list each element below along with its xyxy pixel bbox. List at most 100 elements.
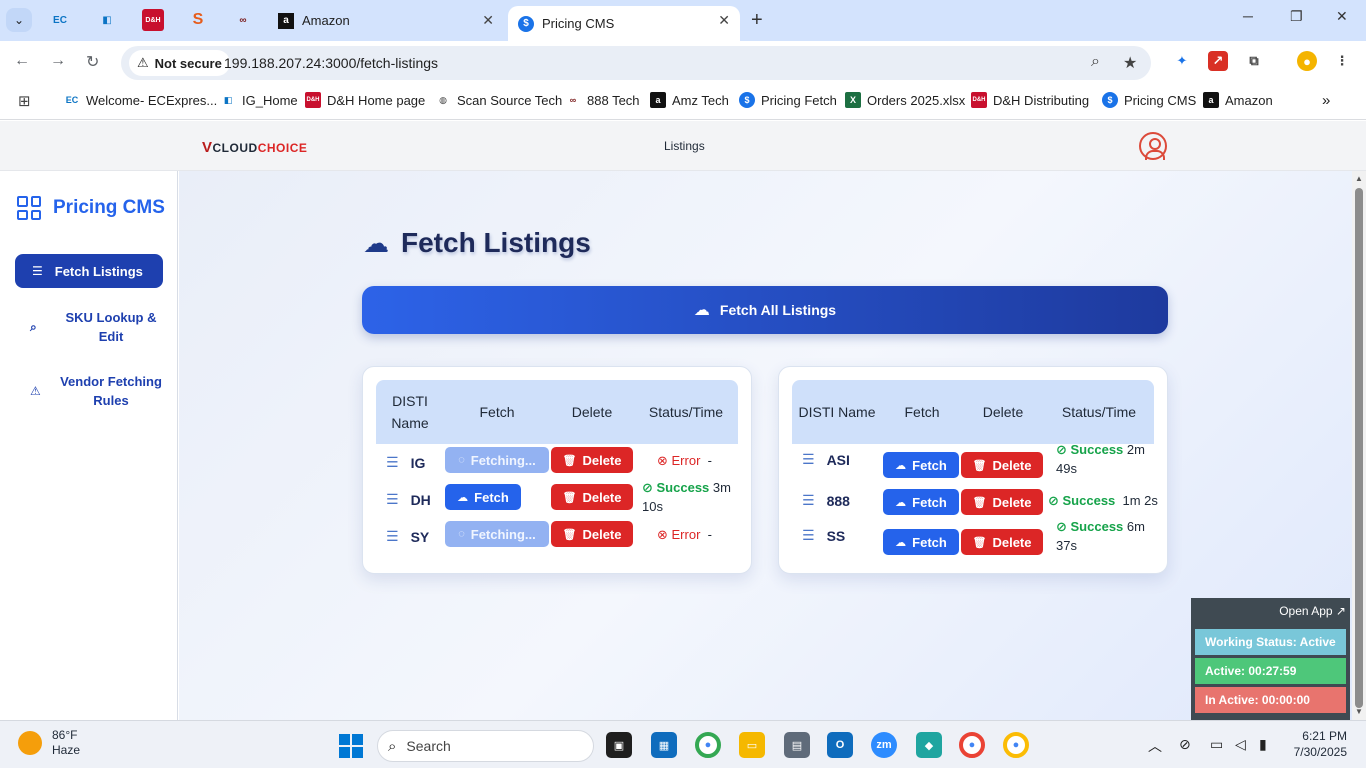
scroll-down-icon[interactable]: ▼ — [1355, 707, 1363, 716]
close-tab-icon[interactable]: ✕ — [718, 12, 730, 29]
delete-button[interactable]: 🗑 Delete — [961, 529, 1043, 555]
address-bar[interactable]: ⚠ Not secure 199.188.207.24:3000/fetch-l… — [121, 46, 1151, 80]
maximize-button[interactable]: ❐ — [1290, 8, 1303, 25]
delete-button[interactable]: 🗑 Delete — [961, 452, 1043, 478]
display-icon[interactable]: ▭ — [1210, 736, 1223, 753]
bookmark-pricing-cms[interactable]: $ Pricing CMS — [1102, 92, 1196, 108]
cloud-download-icon: ☁ — [895, 459, 907, 472]
fetch-all-button[interactable]: ☁ Fetch All Listings — [362, 286, 1168, 334]
reload-button[interactable]: ↻ — [86, 52, 99, 72]
scroll-up-icon[interactable]: ▲ — [1355, 174, 1363, 183]
fetch-button[interactable]: ☁ Fetch — [883, 489, 959, 515]
sidebar-item-vendor-rules[interactable]: ⚠ Vendor Fetching Rules — [30, 372, 170, 410]
extension-icon[interactable]: ✦ — [1172, 51, 1192, 71]
zoom-icon[interactable]: ⌕ — [1091, 53, 1100, 71]
forward-button[interactable]: → — [50, 52, 66, 70]
pinned-tab-scansource-icon[interactable]: S — [187, 9, 209, 31]
page-scrollbar[interactable]: ▲ ▼ — [1352, 171, 1366, 720]
fetch-button[interactable]: ☁ Fetch — [445, 484, 521, 510]
app-diamond-icon[interactable]: ◆ — [916, 732, 942, 758]
nav-listings-link[interactable]: Listings — [664, 139, 705, 153]
pinned-tab-888-icon[interactable]: ∞ — [232, 9, 254, 31]
delete-button[interactable]: 🗑 Delete — [551, 521, 633, 547]
minimize-button[interactable]: ─ — [1243, 8, 1253, 24]
chrome-profile-icon[interactable]: ● — [959, 732, 985, 758]
file-explorer-icon[interactable]: ▭ — [739, 732, 765, 758]
system-clock[interactable]: 6:21 PM 7/30/2025 — [1283, 728, 1347, 760]
error-icon: ⊗ — [657, 453, 672, 468]
bookmark-dh-home[interactable]: D&H D&H Home page — [305, 92, 425, 108]
open-app-link[interactable]: Open App ↗ — [1279, 604, 1346, 618]
apps-grid-icon[interactable]: ⊞ — [18, 92, 31, 110]
bookmark-star-icon[interactable]: ★ — [1123, 53, 1137, 73]
network-icon[interactable]: ⊘ — [1179, 736, 1191, 753]
user-profile-icon[interactable] — [1139, 132, 1167, 160]
volume-icon[interactable]: ◁ — [1235, 736, 1246, 753]
bookmark-ecexpress[interactable]: EC Welcome- ECExpres... — [64, 92, 218, 108]
bookmark-amazon[interactable]: a Amazon — [1203, 92, 1273, 108]
calculator-icon[interactable]: ▤ — [784, 732, 810, 758]
store-icon[interactable]: ▦ — [651, 732, 677, 758]
browser-menu-icon[interactable]: ⋮ — [1332, 51, 1352, 71]
delete-button[interactable]: 🗑 Delete — [551, 447, 633, 473]
sidebar-item-sku-lookup[interactable]: ⌕ SKU Lookup & Edit — [30, 308, 170, 346]
pinned-tab-ecexpress-icon[interactable]: EC — [49, 9, 71, 31]
tab-title: Pricing CMS — [542, 16, 615, 31]
vcloudchoice-logo[interactable]: VCLOUDCHOICE — [202, 139, 307, 156]
pdf-extension-icon[interactable]: ↗ — [1208, 51, 1228, 71]
bookmark-amz-tech[interactable]: a Amz Tech — [650, 92, 729, 108]
close-tab-icon[interactable]: ✕ — [482, 12, 494, 29]
delete-button[interactable]: 🗑 Delete — [551, 484, 633, 510]
fetch-button[interactable]: ☁ Fetch — [883, 529, 959, 555]
fetching-button[interactable]: ◌ Fetching... — [445, 447, 549, 473]
clock-date: 7/30/2025 — [1293, 745, 1347, 759]
sidebar-item-fetch-listings[interactable]: ☰ Fetch Listings — [15, 254, 163, 288]
delete-button[interactable]: 🗑 Delete — [961, 489, 1043, 515]
disti-name: ☰ SY — [386, 528, 430, 545]
bookmark-orders-xlsx[interactable]: X Orders 2025.xlsx — [845, 92, 965, 108]
extensions-puzzle-icon[interactable]: ⧉ — [1244, 51, 1264, 71]
bookmark-888-tech[interactable]: ∞ 888 Tech — [565, 92, 640, 108]
windows-start-icon[interactable] — [339, 734, 363, 758]
bookmark-pricing-fetch[interactable]: $ Pricing Fetch — [739, 92, 837, 108]
bookmark-dh-distributing[interactable]: D&H D&H Distributing — [971, 92, 1089, 108]
tab-search-button[interactable]: ⌄ — [6, 8, 32, 32]
task-view-icon[interactable]: ▣ — [606, 732, 632, 758]
tab-pricing-cms[interactable]: $ Pricing CMS ✕ — [508, 6, 740, 41]
battery-icon[interactable]: ▮ — [1259, 736, 1267, 753]
column-header-delete: Delete — [571, 404, 613, 420]
bookmark-ig-home[interactable]: ◧ IG_Home — [220, 92, 298, 108]
fetching-button[interactable]: ◌ Fetching... — [445, 521, 549, 547]
zoom-icon[interactable]: zm — [871, 732, 897, 758]
url-text[interactable]: 199.188.207.24:3000/fetch-listings — [224, 55, 438, 71]
bookmark-scan-source[interactable]: ◍ Scan Source Tech — [435, 92, 562, 108]
brand: Pricing CMS — [17, 196, 165, 220]
weather-widget[interactable]: 86°F Haze — [18, 728, 80, 758]
security-chip[interactable]: ⚠ Not secure — [129, 50, 230, 76]
show-hidden-icons-icon[interactable]: ︿ — [1148, 736, 1162, 756]
globe-icon: ◍ — [439, 94, 447, 105]
search-icon: ⌕ — [30, 319, 37, 334]
trash-icon: 🗑 — [972, 536, 987, 549]
tab-amazon[interactable]: a Amazon ✕ — [268, 0, 504, 41]
new-tab-button[interactable]: + — [751, 9, 763, 32]
chrome-icon[interactable]: ● — [695, 732, 721, 758]
success-icon: ⊘ — [1056, 442, 1071, 457]
warning-icon: ⚠ — [137, 55, 149, 70]
profile-avatar[interactable]: ● — [1297, 51, 1317, 71]
scrollbar-thumb[interactable] — [1355, 188, 1363, 708]
chrome-profile-2-icon[interactable]: ● — [1003, 732, 1029, 758]
pinned-tab-ig-icon[interactable]: ◧ — [96, 9, 118, 31]
back-button[interactable]: ← — [14, 52, 30, 70]
fetch-button[interactable]: ☁ Fetch — [883, 452, 959, 478]
close-window-button[interactable]: ✕ — [1336, 8, 1348, 25]
warning-triangle-icon: ⚠ — [30, 384, 41, 398]
more-bookmarks-icon[interactable]: » — [1322, 92, 1330, 109]
pinned-tab-dh-icon[interactable]: D&H — [142, 9, 164, 31]
temperature: 86°F — [52, 728, 78, 742]
taskbar-search[interactable]: ⌕ Search — [377, 730, 594, 762]
working-status: Working Status: Active — [1195, 629, 1346, 655]
outlook-icon[interactable]: O — [827, 732, 853, 758]
windows-taskbar: 86°F Haze ⌕ Search ▣ ▦ ● ▭ ▤ O zm ◆ ● ● … — [0, 720, 1366, 768]
spinner-icon: ◌ — [458, 454, 465, 466]
